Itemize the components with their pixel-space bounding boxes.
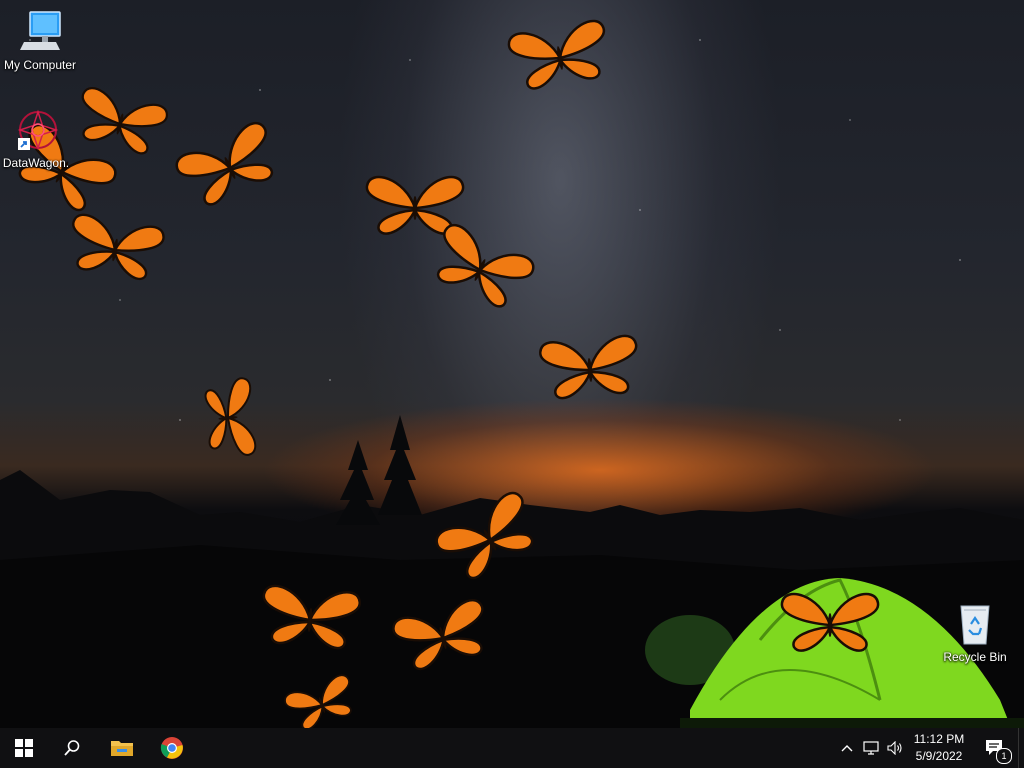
butterfly <box>81 87 168 155</box>
clock-time: 11:12 PM <box>913 732 965 746</box>
butterfly-layer <box>18 19 880 728</box>
show-desktop-button[interactable] <box>1018 728 1024 768</box>
butterfly <box>175 121 274 206</box>
start-button[interactable] <box>0 728 48 768</box>
chevron-up-icon <box>841 745 853 752</box>
chrome-icon <box>160 737 183 759</box>
datawagon-shortcut[interactable]: DataWagon. <box>0 106 76 170</box>
search-icon <box>64 740 80 756</box>
desktop[interactable]: My Computer DataWagon. Recycle Bin <box>0 0 1024 728</box>
butterfly <box>365 175 465 235</box>
butterfly <box>435 491 534 580</box>
network-icon <box>863 741 879 755</box>
recycle-bin-label: Recycle Bin <box>943 650 1007 664</box>
notification-count-badge: 1 <box>996 748 1012 764</box>
butterfly <box>436 223 535 308</box>
recycle-bin-icon <box>951 600 999 648</box>
search-button[interactable] <box>48 728 96 768</box>
my-computer-shortcut[interactable]: My Computer <box>0 8 80 72</box>
my-computer-label: My Computer <box>3 58 77 72</box>
datawagon-label: DataWagon. <box>2 156 70 170</box>
butterfly <box>539 334 638 400</box>
clock-date: 5/9/2022 <box>915 749 963 763</box>
butterfly <box>262 584 361 650</box>
action-center-button[interactable]: 1 <box>978 728 1012 768</box>
volume-button[interactable] <box>884 728 906 768</box>
datawagon-shortcut-icon <box>12 106 60 154</box>
butterfly <box>507 19 605 90</box>
windows-logo-icon <box>15 739 33 757</box>
file-explorer-button[interactable] <box>98 728 146 768</box>
butterfly <box>392 599 484 671</box>
butterfly <box>204 377 257 456</box>
computer-icon <box>16 8 64 56</box>
show-hidden-icons-button[interactable] <box>836 728 858 768</box>
network-button[interactable] <box>860 728 882 768</box>
chrome-button[interactable] <box>148 728 196 768</box>
volume-icon <box>887 741 902 755</box>
taskbar: 11:12 PM 5/9/2022 1 <box>0 728 1024 768</box>
recycle-bin-shortcut[interactable]: Recycle Bin <box>935 600 1015 664</box>
clock[interactable]: 11:12 PM 5/9/2022 <box>908 731 970 765</box>
butterfly <box>780 592 880 652</box>
butterfly <box>284 674 352 728</box>
butterfly <box>72 213 165 280</box>
folder-icon <box>111 741 133 756</box>
